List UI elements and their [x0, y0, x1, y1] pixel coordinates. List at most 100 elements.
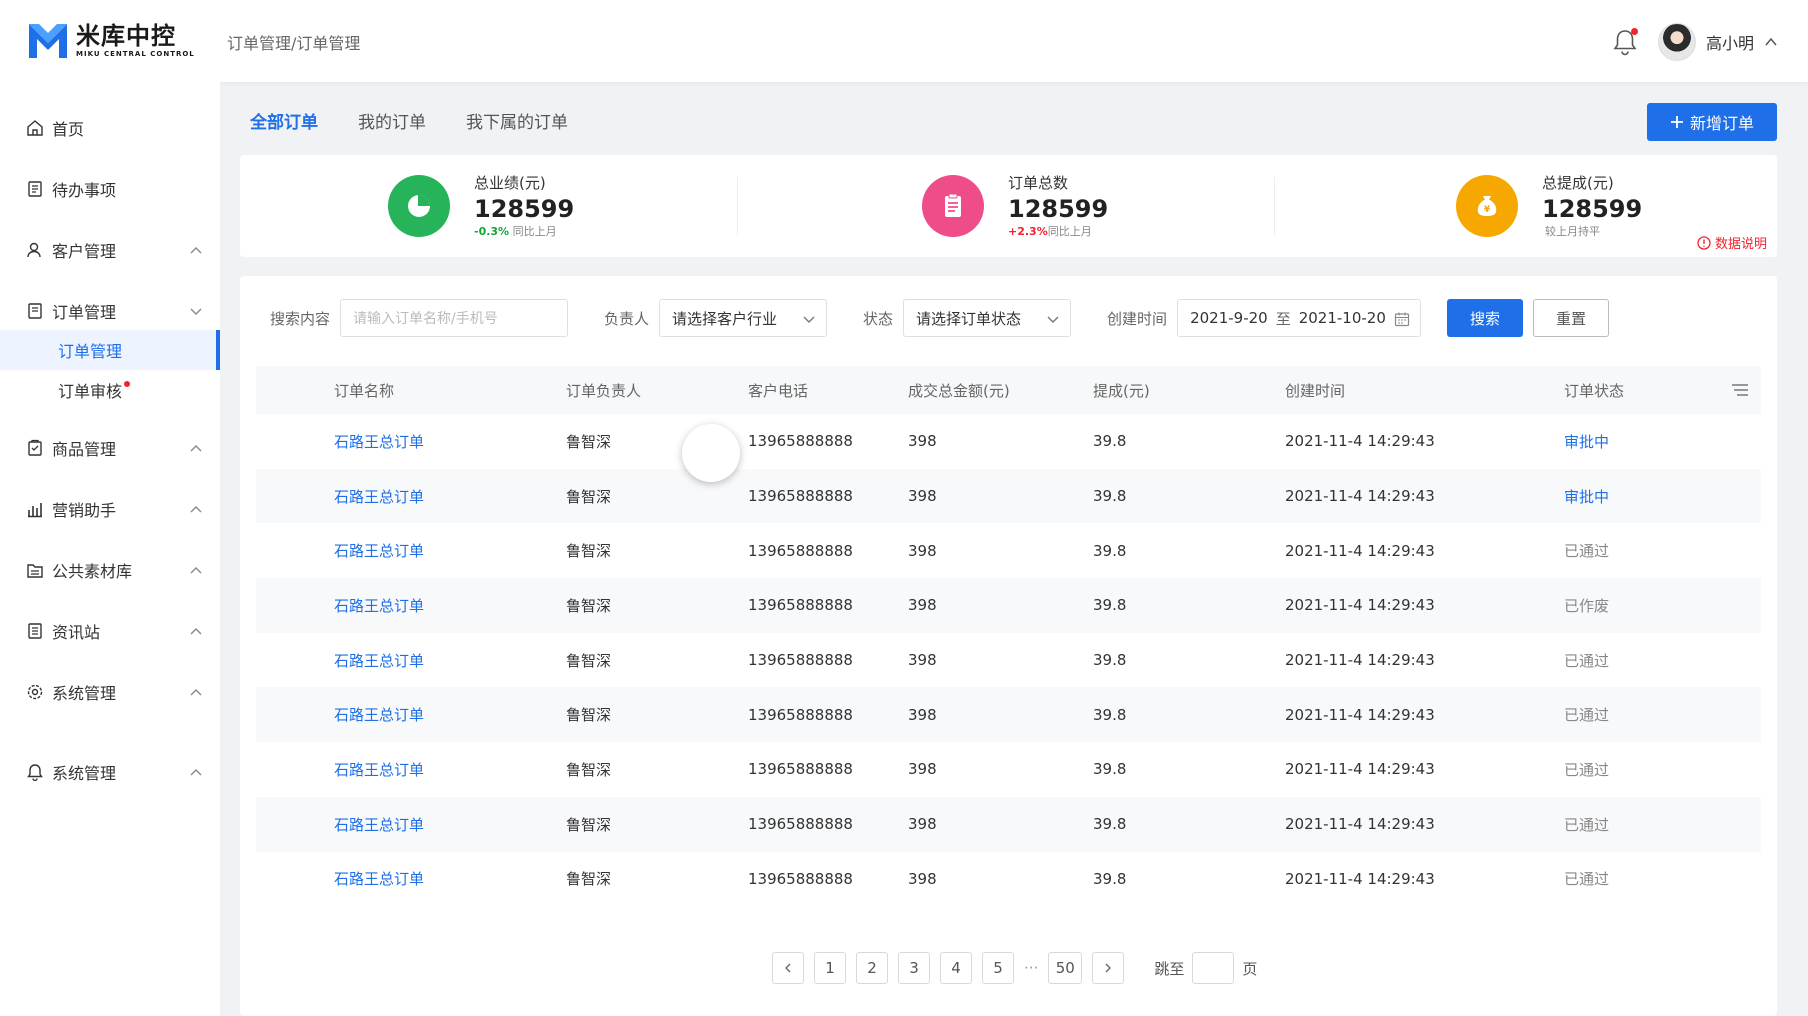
customer-phone: 13965888888 — [748, 541, 853, 560]
sidebar-item-system-2[interactable]: 系统管理 — [0, 752, 220, 792]
sidebar-item-customers[interactable]: 客户管理 — [0, 230, 220, 270]
owner-label: 负责人 — [604, 309, 650, 328]
data-note-link[interactable]: 数据说明 — [1697, 233, 1767, 252]
search-button[interactable]: 搜索 — [1447, 299, 1524, 337]
next-page-button[interactable] — [1092, 952, 1125, 984]
page-button[interactable]: 1 — [814, 952, 846, 984]
sidebar-item-system[interactable]: 系统管理 — [0, 672, 220, 712]
clipboard-icon — [922, 175, 984, 237]
order-status: 已通过 — [1564, 542, 1610, 561]
sidebar-item-label: 订单管理 — [52, 303, 117, 322]
chevron-up-icon — [190, 247, 202, 254]
tab-my-orders[interactable]: 我的订单 — [358, 108, 426, 133]
tab-subordinate-orders[interactable]: 我下属的订单 — [466, 108, 568, 133]
page-button[interactable]: 3 — [898, 952, 930, 984]
chevron-up-icon — [190, 628, 202, 635]
date-separator: 至 — [1275, 309, 1291, 328]
stat-total-commission: ¥ 总提成(元) 128599 较上月持平 — [1456, 173, 1642, 239]
chevron-down-icon — [803, 316, 815, 323]
sidebar-subitem-order-management[interactable]: 订单管理 — [0, 330, 220, 370]
order-amount: 398 — [908, 760, 937, 779]
page-button[interactable]: 5 — [982, 952, 1014, 984]
add-order-button[interactable]: 新增订单 — [1647, 103, 1777, 141]
order-owner: 鲁智深 — [566, 596, 612, 615]
order-name-link[interactable]: 石路王总订单 — [256, 486, 566, 507]
order-status[interactable]: 审批中 — [1564, 431, 1761, 452]
page-button[interactable]: 2 — [856, 952, 888, 984]
order-status[interactable]: 审批中 — [1564, 486, 1761, 507]
order-name-link[interactable]: 石路王总订单 — [256, 540, 566, 561]
page-button[interactable]: 4 — [940, 952, 972, 984]
owner-select[interactable]: 请选择客户行业 — [659, 299, 828, 337]
jump-page-input[interactable] — [1192, 952, 1235, 984]
sidebar-subitem-order-review[interactable]: 订单审核 — [0, 370, 220, 410]
order-amount: 398 — [908, 869, 937, 888]
column-settings-icon[interactable] — [1731, 382, 1749, 398]
order-owner: 鲁智深 — [566, 870, 612, 889]
order-name-link[interactable]: 石路王总订单 — [256, 704, 566, 725]
username[interactable]: 高小明 — [1706, 30, 1754, 54]
table-row: 石路王总订单 鲁智深 13965888888 398 39.8 2021-11-4 14:… — [256, 468, 1761, 524]
chevron-up-icon[interactable] — [1764, 35, 1778, 49]
sidebar-item-products[interactable]: 商品管理 — [0, 428, 220, 468]
sidebar-item-label: 待办事项 — [52, 181, 117, 200]
order-name-link[interactable]: 石路王总订单 — [256, 431, 566, 452]
order-owner: 鲁智深 — [566, 815, 612, 834]
stats-panel: 总业绩(元) 128599 -0.3% 同比上月 订单总数 128599 +2.… — [240, 155, 1777, 257]
prev-page-button[interactable] — [772, 952, 804, 984]
order-commission: 39.8 — [1093, 651, 1127, 670]
sidebar-item-todo[interactable]: 待办事项 — [0, 169, 220, 209]
col-header: 订单负责人 — [566, 381, 642, 400]
news-icon — [28, 623, 42, 639]
date-start: 2021-9-20 — [1190, 309, 1268, 327]
gear-icon — [27, 684, 43, 700]
sidebar-item-orders[interactable]: 订单管理 — [0, 291, 220, 331]
reset-button[interactable]: 重置 — [1533, 299, 1610, 337]
pie-chart-icon — [388, 175, 450, 237]
avatar[interactable] — [1657, 23, 1696, 61]
order-created-time: 2021-11-4 14:29:43 — [1285, 760, 1435, 779]
stat-label: 订单总数 — [1008, 174, 1069, 192]
customer-phone: 13965888888 — [748, 815, 853, 834]
order-status: 已通过 — [1564, 706, 1610, 725]
sidebar-item-home[interactable]: 首页 — [0, 108, 220, 148]
order-created-time: 2021-11-4 14:29:43 — [1285, 596, 1435, 615]
customer-phone: 13965888888 — [748, 760, 853, 779]
chevron-up-icon — [190, 445, 202, 452]
sidebar-item-news[interactable]: 资讯站 — [0, 611, 220, 651]
order-name-link[interactable]: 石路王总订单 — [256, 868, 566, 889]
customer-phone: 13965888888 — [748, 596, 853, 615]
page-button-last[interactable]: 50 — [1048, 952, 1083, 984]
customer-phone: 13965888888 — [748, 432, 853, 451]
order-name-link[interactable]: 石路王总订单 — [256, 814, 566, 835]
orders-panel: 搜索内容 请输入订单名称/手机号 负责人 请选择客户行业 状态 请选择订单状态 … — [240, 276, 1777, 1016]
order-name-link[interactable]: 石路王总订单 — [256, 759, 566, 780]
date-label: 创建时间 — [1107, 309, 1168, 328]
divider — [737, 177, 738, 235]
owner-select-value: 请选择客户行业 — [672, 309, 778, 328]
sidebar-item-materials[interactable]: 公共素材库 — [0, 550, 220, 590]
order-status: 已通过 — [1564, 760, 1610, 779]
order-amount: 398 — [908, 815, 937, 834]
order-name-link[interactable]: 石路王总订单 — [256, 595, 566, 616]
product-icon — [28, 439, 42, 456]
tab-all-orders[interactable]: 全部订单 — [250, 108, 318, 133]
page-unit-label: 页 — [1242, 959, 1258, 978]
logo-cn-text: 米库中控 — [76, 22, 176, 50]
order-amount: 398 — [908, 651, 937, 670]
svg-text:¥: ¥ — [1484, 205, 1491, 215]
table-row: 石路王总订单 鲁智深 13965888888 398 39.8 2021-11-4 14:… — [256, 687, 1761, 743]
jump-label: 跳至 — [1154, 959, 1185, 978]
date-range-picker[interactable]: 2021-9-20 至 2021-10-20 — [1177, 299, 1422, 337]
order-created-time: 2021-11-4 14:29:43 — [1285, 651, 1435, 670]
bell-icon — [27, 764, 43, 781]
status-select[interactable]: 请选择订单状态 — [903, 299, 1072, 337]
sidebar-item-marketing[interactable]: 营销助手 — [0, 489, 220, 529]
logo[interactable]: 米库中控 MIKU CENTRAL CONTROL — [26, 20, 195, 62]
search-input[interactable]: 请输入订单名称/手机号 — [340, 299, 569, 337]
table-row: 石路王总订单 鲁智深 13965888888 398 39.8 2021-11-4 14:… — [256, 578, 1761, 633]
table-header: 订单名称 订单负责人 客户电话 成交总金额(元) 提成(元) 创建时间 订单状态 — [256, 366, 1761, 414]
order-name-link[interactable]: 石路王总订单 — [256, 650, 566, 671]
notification-bell-icon[interactable] — [1612, 28, 1638, 56]
money-bag-icon: ¥ — [1456, 175, 1518, 237]
